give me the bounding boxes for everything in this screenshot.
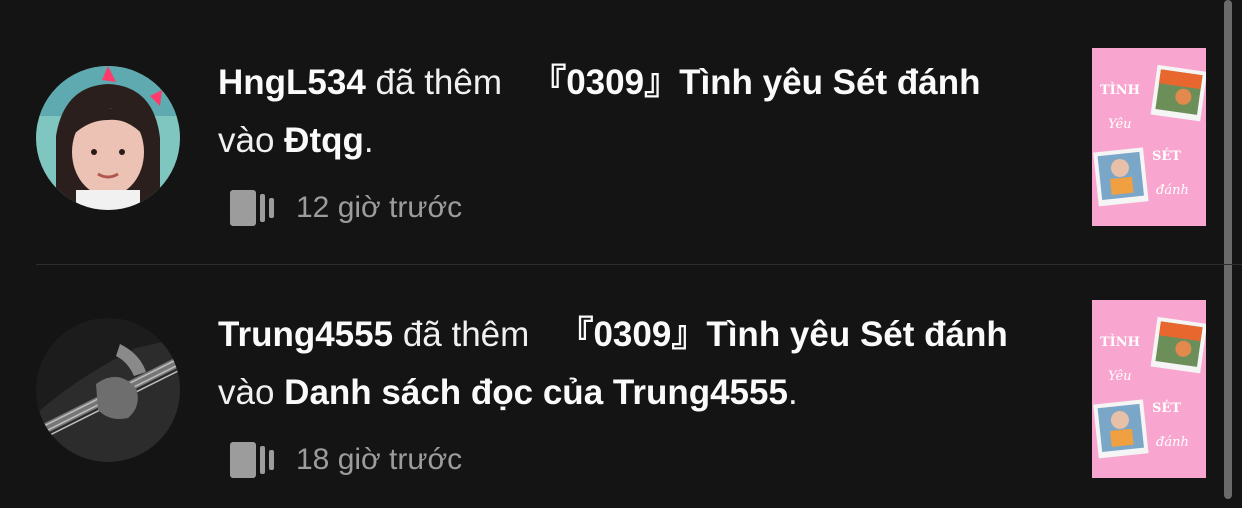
preposition-text: vào xyxy=(218,121,275,160)
activity-text: HngL534 đã thêm 『0309』Tình yêu Sét đánh … xyxy=(218,54,1068,170)
reading-list-icon xyxy=(230,442,274,478)
activity-item: Trung4555 đã thêm 『0309』Tình yêu Sét đán… xyxy=(0,258,1242,508)
story-cover-art-icon: TÌNH Yêu SÉT đánh xyxy=(1092,48,1206,226)
story-title-link[interactable]: 『0309』Tình yêu Sét đánh xyxy=(531,63,980,102)
username-link[interactable]: HngL534 xyxy=(218,63,366,102)
cover-line-3: SÉT xyxy=(1152,148,1181,164)
story-cover[interactable]: TÌNH Yêu SÉT đánh xyxy=(1092,300,1206,478)
timestamp: 12 giờ trước xyxy=(296,191,463,224)
cover-line-2: Yêu xyxy=(1108,369,1132,384)
preposition-text: vào xyxy=(218,373,275,412)
verb-text: đã thêm xyxy=(375,63,503,102)
cover-line-1: TÌNH xyxy=(1100,82,1140,98)
activity-meta: 18 giờ trước xyxy=(230,438,462,482)
story-title-link[interactable]: 『0309』Tình yêu Sét đánh xyxy=(558,315,1007,354)
username-link[interactable]: Trung4555 xyxy=(218,315,393,354)
user-avatar[interactable] xyxy=(36,318,180,462)
reading-list-icon xyxy=(230,190,274,226)
story-cover[interactable]: TÌNH Yêu SÉT đánh xyxy=(1092,48,1206,226)
user-avatar[interactable] xyxy=(36,66,180,210)
cover-line-4: đánh xyxy=(1156,435,1189,450)
cover-line-2: Yêu xyxy=(1108,117,1132,132)
user-avatar-photo-icon xyxy=(36,318,180,462)
list-name-link[interactable]: Danh sách đọc của Trung4555 xyxy=(284,373,788,412)
activity-text: Trung4555 đã thêm 『0309』Tình yêu Sét đán… xyxy=(218,306,1068,422)
period-text: . xyxy=(363,121,374,160)
cover-line-4: đánh xyxy=(1156,183,1189,198)
story-cover-art-icon: TÌNH Yêu SÉT đánh xyxy=(1092,300,1206,478)
user-avatar-photo-icon xyxy=(36,66,180,210)
cover-line-1: TÌNH xyxy=(1100,334,1140,350)
timestamp: 18 giờ trước xyxy=(296,443,463,476)
activity-meta: 12 giờ trước xyxy=(230,186,462,230)
cover-line-3: SÉT xyxy=(1152,400,1181,416)
verb-text: đã thêm xyxy=(402,315,530,354)
activity-item: HngL534 đã thêm 『0309』Tình yêu Sét đánh … xyxy=(0,8,1242,258)
list-name-link[interactable]: Đtqg xyxy=(284,121,364,160)
period-text: . xyxy=(787,373,798,412)
